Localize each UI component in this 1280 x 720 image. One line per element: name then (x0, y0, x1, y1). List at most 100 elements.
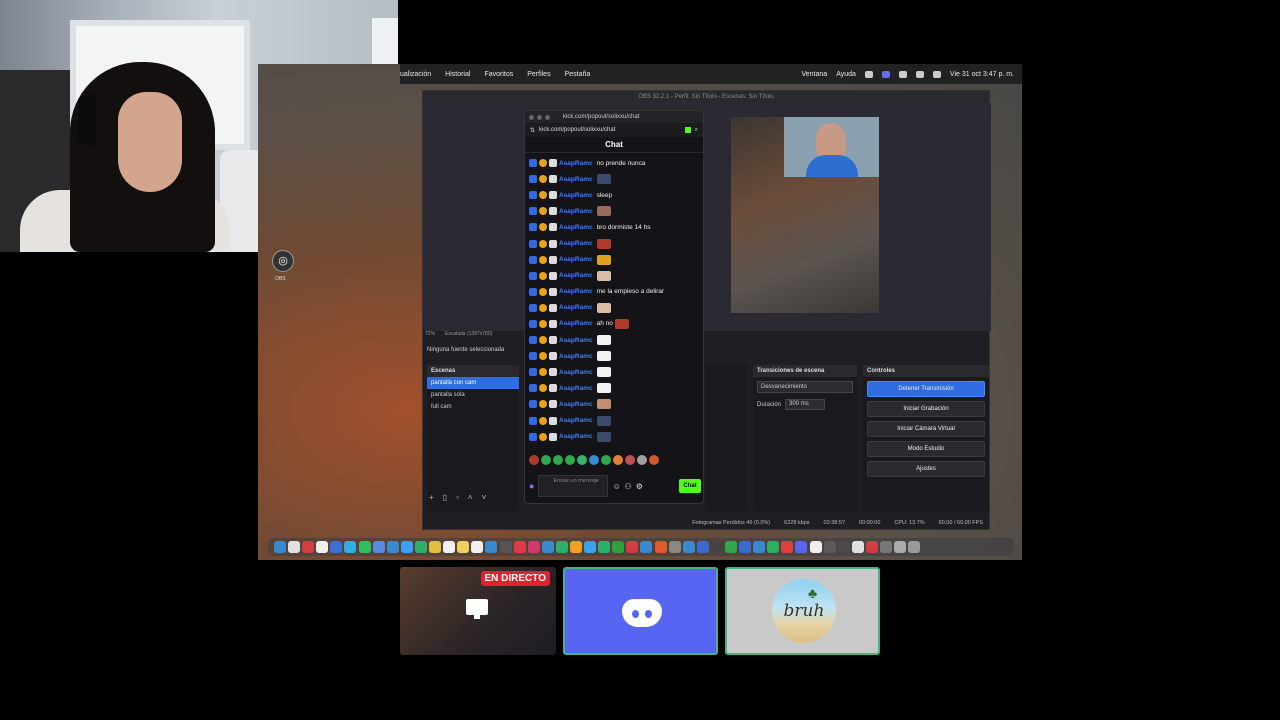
dock-app-icon[interactable] (767, 541, 780, 553)
transition-select[interactable]: Desvanecimiento (757, 381, 853, 393)
dock-app-icon[interactable] (837, 541, 850, 553)
chat-username[interactable]: AsapRamc (559, 160, 593, 167)
chat-input[interactable]: Enviar un mensaje (538, 475, 609, 497)
chat-username[interactable]: AsapRamc (559, 337, 593, 344)
chat-username[interactable]: AsapRamc (559, 208, 593, 215)
share-icon[interactable]: ⇅ (530, 127, 535, 134)
dock-app-icon[interactable] (471, 541, 484, 553)
dock-app-icon[interactable] (584, 541, 597, 553)
dock-app-icon[interactable] (457, 541, 470, 553)
dock-app-icon[interactable] (302, 541, 315, 553)
chat-username[interactable]: AsapRamc (559, 401, 593, 408)
dock-app-icon[interactable] (668, 541, 681, 553)
dock-app-icon[interactable] (414, 541, 427, 553)
dock-app-icon[interactable] (823, 541, 836, 553)
emote-picker-icon[interactable]: ☺ (612, 482, 620, 491)
bluetooth-icon[interactable] (898, 70, 907, 78)
menu-item-profiles[interactable]: Perfiles (527, 71, 550, 78)
add-scene-icon[interactable]: + (429, 493, 434, 502)
dock-app-icon[interactable] (527, 541, 540, 553)
dock-app-icon[interactable] (499, 541, 512, 553)
chat-username[interactable]: AsapRamc (559, 288, 593, 295)
dock-app-icon[interactable] (513, 541, 526, 553)
dock-app-icon[interactable] (696, 541, 709, 553)
dock-app-icon[interactable] (598, 541, 611, 553)
dock-app-icon[interactable] (753, 541, 766, 553)
bruh-user-tile[interactable]: ♣ bruh (725, 567, 880, 655)
emote-shortcut-icon[interactable] (613, 455, 623, 465)
duration-input[interactable]: 300 ms (785, 399, 826, 410)
search-icon[interactable]: ⌕ (695, 127, 698, 134)
dock-app-icon[interactable] (358, 541, 371, 553)
chat-username[interactable]: AsapRamc (559, 304, 593, 311)
scene-item[interactable]: pantalla con cam (427, 377, 519, 389)
start-recording-button[interactable]: Iniciar Grabación (867, 401, 985, 417)
chat-username[interactable]: AsapRamc (559, 353, 593, 360)
chat-username[interactable]: AsapRamc (559, 417, 593, 424)
chat-username[interactable]: AsapRamc (559, 433, 593, 440)
menu-item-help[interactable]: Ayuda (836, 71, 856, 78)
dock-app-icon[interactable] (485, 541, 498, 553)
studio-mode-button[interactable]: Modo Estudio (867, 441, 985, 457)
chat-username[interactable]: AsapRamc (559, 320, 593, 327)
dock-app-icon[interactable] (795, 541, 808, 553)
chat-url[interactable]: kick.com/popout/solixxu/chat (539, 127, 615, 133)
dock-app-icon[interactable] (330, 541, 343, 553)
menu-item-window[interactable]: Ventana (801, 71, 827, 78)
minimize-icon[interactable] (537, 114, 542, 120)
chat-username[interactable]: AsapRamc (559, 369, 593, 376)
chat-username[interactable]: AsapRamc (559, 224, 593, 231)
dock-app-icon[interactable] (443, 541, 456, 553)
emote-shortcut-icon[interactable] (541, 455, 551, 465)
users-icon[interactable]: ⚇ (625, 482, 632, 491)
scene-item[interactable]: full cam (427, 401, 519, 413)
emote-shortcut-icon[interactable] (565, 455, 575, 465)
stop-stream-button[interactable]: Detener Transmisión (867, 381, 985, 397)
dock-app-icon[interactable] (880, 541, 893, 553)
dock-app-icon[interactable] (386, 541, 399, 553)
chat-username[interactable]: AsapRamc (559, 176, 593, 183)
dock-app-icon[interactable] (372, 541, 385, 553)
settings-button[interactable]: Ajustes (867, 461, 985, 477)
menu-item-tab[interactable]: Pestaña (565, 71, 591, 78)
maximize-icon[interactable] (545, 114, 550, 120)
close-icon[interactable] (529, 114, 534, 120)
menubar-clock[interactable]: Vie 31 oct 3:47 p. m. (950, 71, 1014, 78)
search-icon[interactable] (932, 70, 941, 78)
emote-shortcut-icon[interactable] (589, 455, 599, 465)
screen-share-tile[interactable]: EN DIRECTO (400, 567, 556, 655)
dock-app-icon[interactable] (654, 541, 667, 553)
menu-item-favorites[interactable]: Favoritos (484, 71, 513, 78)
dock-app-icon[interactable] (288, 541, 301, 553)
mic-icon[interactable]: ● (529, 481, 534, 491)
obs-desktop-icon[interactable]: ◎ (272, 250, 294, 272)
move-up-icon[interactable]: ˄ (468, 493, 473, 502)
chat-username[interactable]: AsapRamc (559, 385, 593, 392)
chat-username[interactable]: AsapRamc (559, 240, 593, 247)
settings-icon[interactable]: ⚙ (636, 482, 643, 491)
filter-icon[interactable]: ▫ (456, 493, 459, 502)
menu-item-history[interactable]: Historial (445, 71, 470, 78)
dock-app-icon[interactable] (809, 541, 822, 553)
dock-app-icon[interactable] (541, 541, 554, 553)
dock-app-icon[interactable] (725, 541, 737, 553)
discord-user-tile[interactable] (563, 567, 718, 655)
dock-app-icon[interactable] (739, 541, 752, 553)
move-down-icon[interactable]: ˅ (482, 493, 487, 502)
dock-app-icon[interactable] (865, 541, 878, 553)
emote-shortcut-icon[interactable] (577, 455, 587, 465)
dock-app-icon[interactable] (555, 541, 568, 553)
screen-record-icon[interactable] (881, 70, 890, 78)
dock-app-icon[interactable] (274, 541, 286, 553)
dock-app-icon[interactable] (344, 541, 357, 553)
delete-scene-icon[interactable]: ▯ (443, 493, 447, 502)
control-center-icon[interactable] (864, 70, 873, 78)
dock-app-icon[interactable] (429, 541, 442, 553)
emote-shortcut-icon[interactable] (625, 455, 635, 465)
wifi-icon[interactable] (915, 70, 924, 78)
emote-shortcut-icon[interactable] (553, 455, 563, 465)
dock-app-icon[interactable] (894, 541, 907, 553)
chat-username[interactable]: AsapRamc (559, 192, 593, 199)
dock-app-icon[interactable] (851, 541, 864, 553)
chat-send-button[interactable]: Chat (679, 479, 701, 493)
